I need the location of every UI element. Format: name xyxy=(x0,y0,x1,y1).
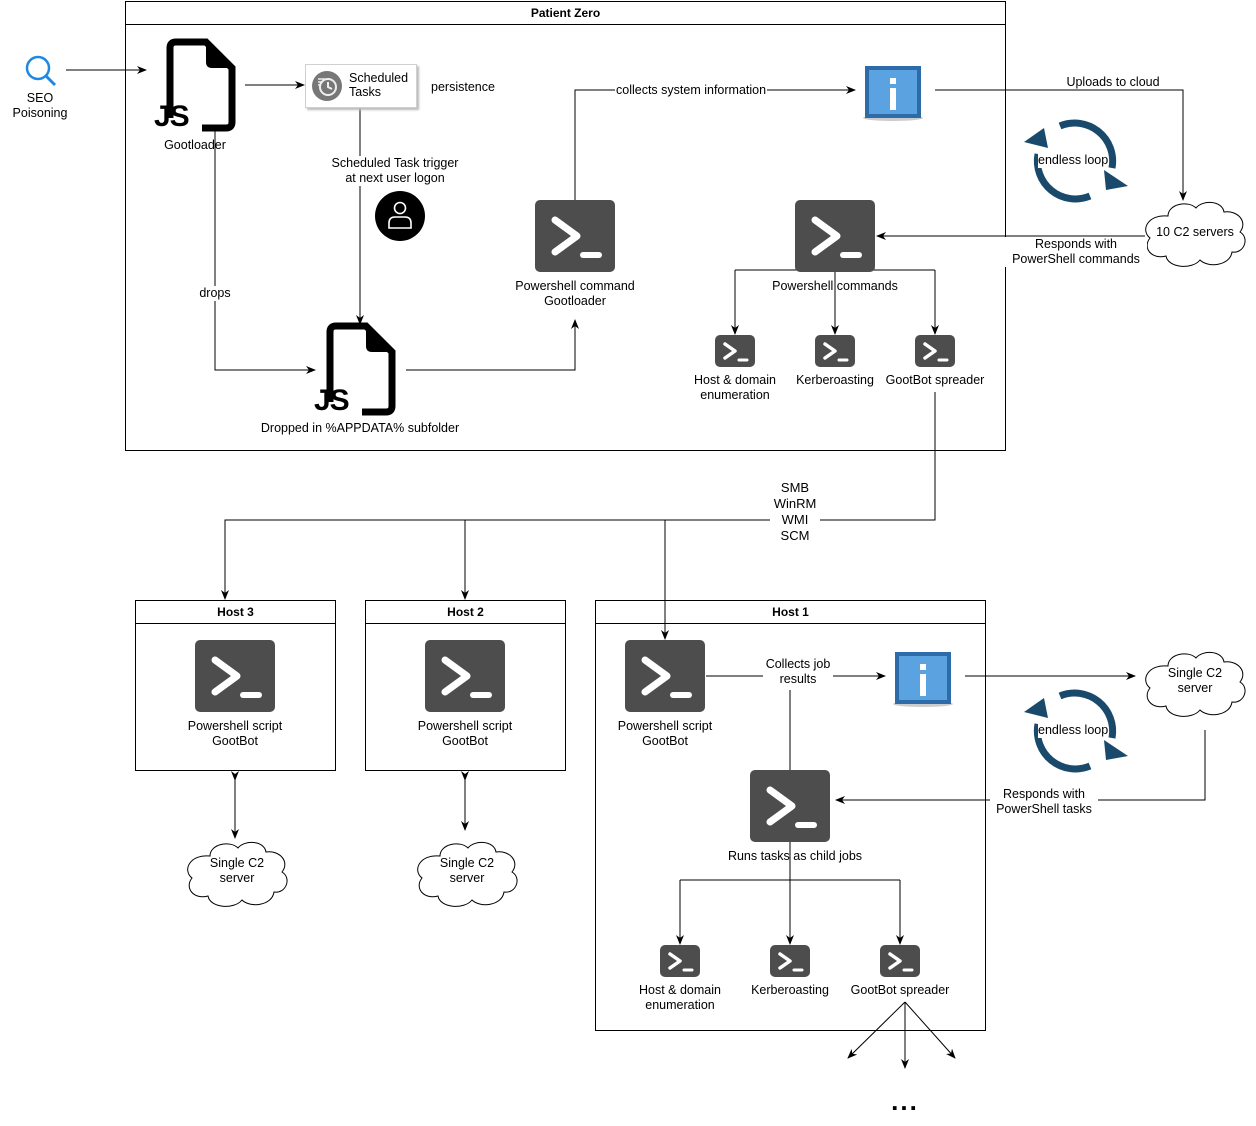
host1-c2-line2: server xyxy=(1177,681,1213,695)
host2-c2-cloud[interactable]: Single C2 server xyxy=(412,838,522,910)
task-enum-line1: Host & domain xyxy=(694,373,776,387)
host1-task-label-enumeration: Host & domain enumeration xyxy=(620,983,740,1013)
host1-endless-loop-label: endless loop xyxy=(1038,723,1109,738)
host1-runs-tasks-icon[interactable] xyxy=(750,770,830,842)
task-label-spreader: GootBot spreader xyxy=(885,373,985,387)
task-enum-line2: enumeration xyxy=(700,388,770,402)
host1-ps-label: Powershell script GootBot xyxy=(590,719,740,749)
info-icon[interactable] xyxy=(862,64,924,122)
powershell-commands-icon[interactable] xyxy=(795,200,875,272)
host3-ps-line2: GootBot xyxy=(212,734,258,748)
host3-ps-line1: Powershell script xyxy=(187,719,283,733)
c2-servers-label: 10 C2 servers xyxy=(1156,225,1234,239)
seo-poisoning-node[interactable]: SEO Poisoning xyxy=(10,52,70,122)
host1-responds-line2: PowerShell tasks xyxy=(996,802,1092,816)
protocol-wmi: WMI xyxy=(781,512,809,527)
host2-ps-label: Powershell script GootBot xyxy=(390,719,540,749)
scheduled-tasks-node[interactable]: Scheduled Tasks xyxy=(305,64,417,108)
gootloader-node[interactable]: JS Gootloader xyxy=(150,38,240,156)
host1-endless-loop-node: endless loop xyxy=(1020,684,1130,776)
host3-c2-cloud[interactable]: Single C2 server xyxy=(182,838,292,910)
host1-task-label-kerberoasting: Kerberoasting xyxy=(751,983,829,997)
host1-collects-line1: Collects job xyxy=(765,657,831,671)
responds-line2: PowerShell commands xyxy=(1012,252,1140,266)
host1-title: Host 1 xyxy=(596,601,985,624)
task-icon-spreader[interactable] xyxy=(915,335,955,367)
trigger-label: Scheduled Task trigger at next user logo… xyxy=(322,156,468,186)
collects-label: collects system information xyxy=(615,83,768,98)
c2-servers-cloud[interactable]: 10 C2 servers xyxy=(1140,198,1250,270)
host1-task-enum-line2: enumeration xyxy=(645,998,715,1012)
trigger-line1: Scheduled Task trigger xyxy=(331,156,459,170)
host1-ps-line1: Powershell script xyxy=(617,719,713,733)
host1-powershell-icon[interactable] xyxy=(625,640,705,712)
host2-ps-line2: GootBot xyxy=(442,734,488,748)
host1-runs-label: Runs tasks as child jobs xyxy=(727,849,863,863)
host2-c2-line1: Single C2 xyxy=(439,856,495,870)
host2-powershell-icon[interactable] xyxy=(425,640,505,712)
host2-title: Host 2 xyxy=(366,601,565,624)
host3-c2-line1: Single C2 xyxy=(209,856,265,870)
host3-ps-label: Powershell script GootBot xyxy=(160,719,310,749)
host2-ps-line1: Powershell script xyxy=(417,719,513,733)
host1-task-icon-enumeration[interactable] xyxy=(660,945,700,977)
gootloader-label: Gootloader xyxy=(164,138,226,152)
host1-responds-line1: Responds with xyxy=(1003,787,1085,801)
ps-commands-label: Powershell commands xyxy=(772,279,898,293)
lateral-protocols: SMB WinRM WMI SCM xyxy=(770,480,820,544)
host3-title: Host 3 xyxy=(136,601,335,624)
user-icon xyxy=(375,191,425,241)
protocol-scm: SCM xyxy=(780,528,810,543)
ps-gootloader-line1: Powershell command xyxy=(515,279,635,293)
clock-list-icon xyxy=(312,71,342,101)
host1-c2-line1: Single C2 xyxy=(1167,666,1223,680)
scheduled-line1: Scheduled xyxy=(349,71,409,85)
protocol-smb: SMB xyxy=(780,480,810,495)
patient-zero-title: Patient Zero xyxy=(126,2,1005,25)
host1-collects-line2: results xyxy=(779,672,817,686)
search-icon xyxy=(25,55,57,87)
scheduled-line2: Tasks xyxy=(349,85,381,99)
host1-task-icon-kerberoasting[interactable] xyxy=(770,945,810,977)
ps-gootloader-label: Powershell command Gootloader xyxy=(500,279,650,309)
uploads-label: Uploads to cloud xyxy=(1066,75,1160,89)
powershell-gootloader-icon[interactable] xyxy=(535,200,615,272)
trigger-line2: at next user logon xyxy=(345,171,445,185)
drops-label: drops xyxy=(196,286,234,301)
host1-collects-label: Collects job results xyxy=(763,657,833,687)
host1-task-enum-line1: Host & domain xyxy=(639,983,721,997)
task-label-enumeration: Host & domain enumeration xyxy=(675,373,795,403)
ps-gootloader-line2: Gootloader xyxy=(544,294,606,308)
host1-task-label-spreader: GootBot spreader xyxy=(850,983,950,997)
endless-loop-label: endless loop xyxy=(1038,153,1109,168)
responds-line1: Responds with xyxy=(1035,237,1117,251)
seo-label-line2: Poisoning xyxy=(12,106,68,120)
endless-loop-node: endless loop xyxy=(1020,114,1130,206)
seo-label-line1: SEO xyxy=(26,91,54,105)
task-icon-kerberoasting[interactable] xyxy=(815,335,855,367)
host1-responds-label: Responds with PowerShell tasks xyxy=(990,787,1098,817)
host1-task-icon-spreader[interactable] xyxy=(880,945,920,977)
js-glyph: JS xyxy=(314,384,350,417)
host1-info-icon[interactable] xyxy=(892,650,954,708)
dropped-label: Dropped in %APPDATA% subfolder xyxy=(260,421,460,435)
js-glyph: JS xyxy=(154,100,190,133)
task-label-kerberoasting: Kerberoasting xyxy=(796,373,874,387)
host2-c2-line2: server xyxy=(449,871,485,885)
responds-label: Responds with PowerShell commands xyxy=(1005,237,1147,267)
ellipsis: ... xyxy=(891,1086,919,1116)
host1-ps-line2: GootBot xyxy=(642,734,688,748)
host3-c2-line2: server xyxy=(219,871,255,885)
persistence-label: persistence xyxy=(431,80,495,94)
host3-powershell-icon[interactable] xyxy=(195,640,275,712)
protocol-winrm: WinRM xyxy=(773,496,817,511)
task-icon-enumeration[interactable] xyxy=(715,335,755,367)
host1-c2-cloud[interactable]: Single C2 server xyxy=(1140,648,1250,720)
